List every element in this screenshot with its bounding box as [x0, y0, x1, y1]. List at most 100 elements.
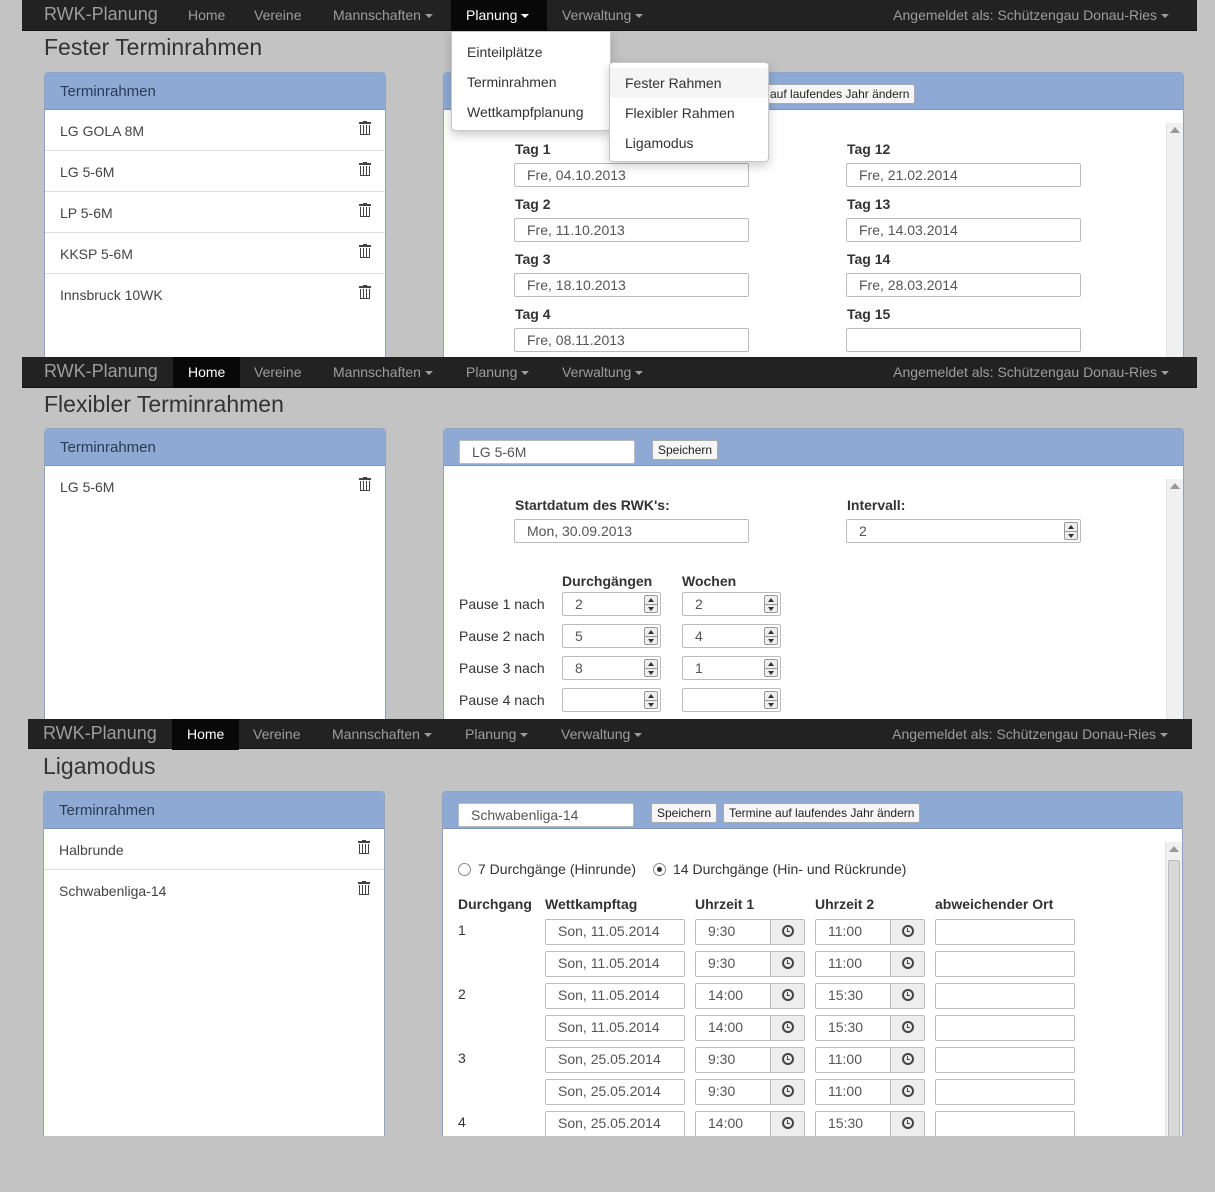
uhrzeit2-field[interactable]: 11:00: [815, 1047, 925, 1073]
radio-hin-rueckrunde[interactable]: [653, 863, 666, 876]
ort-field[interactable]: [935, 1015, 1075, 1041]
day-date-field[interactable]: Fre, 21.02.2014: [846, 163, 1081, 187]
spinner-arrows-icon[interactable]: [764, 595, 778, 613]
scrollbar[interactable]: [1166, 479, 1183, 719]
pause-wochen-stepper[interactable]: 2: [682, 592, 781, 616]
spinner-arrows-icon[interactable]: [644, 659, 658, 677]
time-picker-button[interactable]: [770, 1048, 804, 1072]
uhrzeit2-field[interactable]: 11:00: [815, 951, 925, 977]
time-picker-button[interactable]: [890, 1048, 924, 1072]
list-item[interactable]: Schwabenliga-14: [44, 870, 384, 911]
uhrzeit1-field[interactable]: 14:00: [695, 983, 805, 1009]
time-picker-button[interactable]: [770, 1112, 804, 1136]
nav-mannschaften[interactable]: Mannschaften: [317, 719, 447, 750]
list-item[interactable]: LG 5-6M: [45, 151, 385, 192]
scrollbar-thumb[interactable]: [1168, 860, 1180, 1136]
nav-vereine[interactable]: Vereine: [239, 0, 316, 31]
uhrzeit2-field[interactable]: 11:00: [815, 1079, 925, 1105]
nav-user-menu[interactable]: Angemeldet als: Schützengau Donau-Ries: [893, 0, 1169, 31]
day-date-field[interactable]: [846, 328, 1081, 352]
ort-field[interactable]: [935, 951, 1075, 977]
ort-field[interactable]: [935, 1047, 1075, 1073]
pause-durchgaenge-stepper[interactable]: 2: [562, 592, 661, 616]
scroll-up-icon[interactable]: [1169, 846, 1179, 852]
trash-icon[interactable]: [359, 244, 371, 258]
time-picker-button[interactable]: [770, 920, 804, 944]
uhrzeit2-field[interactable]: 11:00: [815, 919, 925, 945]
time-picker-button[interactable]: [890, 920, 924, 944]
list-item[interactable]: LG 5-6M: [45, 466, 385, 507]
wettkampftag-field[interactable]: Son, 11.05.2014: [545, 983, 685, 1009]
nav-verwaltung[interactable]: Verwaltung: [547, 0, 658, 31]
wettkampftag-field[interactable]: Son, 11.05.2014: [545, 951, 685, 977]
uhrzeit1-field[interactable]: 9:30: [695, 951, 805, 977]
spinner-arrows-icon[interactable]: [764, 659, 778, 677]
time-picker-button[interactable]: [890, 952, 924, 976]
wettkampftag-field[interactable]: Son, 25.05.2014: [545, 1111, 685, 1136]
nav-verwaltung[interactable]: Verwaltung: [547, 357, 658, 388]
time-picker-button[interactable]: [890, 1016, 924, 1040]
trash-icon[interactable]: [358, 881, 370, 895]
time-picker-button[interactable]: [770, 1016, 804, 1040]
time-picker-button[interactable]: [890, 1112, 924, 1136]
scrollbar[interactable]: [1166, 123, 1183, 358]
spinner-arrows-icon[interactable]: [644, 595, 658, 613]
nav-planung[interactable]: Planung: [450, 719, 543, 750]
menu-item-wettkampfplanung[interactable]: Wettkampfplanung: [452, 97, 610, 127]
nav-user-menu[interactable]: Angemeldet als: Schützengau Donau-Ries: [892, 719, 1168, 750]
nav-verwaltung[interactable]: Verwaltung: [546, 719, 657, 750]
brand[interactable]: RWK-Planung: [44, 4, 158, 25]
uhrzeit2-field[interactable]: 15:30: [815, 983, 925, 1009]
list-item[interactable]: Halbrunde: [44, 829, 384, 870]
pause-wochen-stepper[interactable]: 1: [682, 656, 781, 680]
uhrzeit1-field[interactable]: 9:30: [695, 1079, 805, 1105]
trash-icon[interactable]: [359, 285, 371, 299]
nav-vereine[interactable]: Vereine: [239, 357, 316, 388]
ort-field[interactable]: [935, 983, 1075, 1009]
list-item[interactable]: Innsbruck 10WK: [45, 274, 385, 315]
menu-item-fester-rahmen[interactable]: Fester Rahmen: [610, 68, 768, 98]
spinner-arrows-icon[interactable]: [764, 691, 778, 709]
ort-field[interactable]: [935, 1079, 1075, 1105]
nav-user-menu[interactable]: Angemeldet als: Schützengau Donau-Ries: [893, 357, 1169, 388]
trash-icon[interactable]: [359, 162, 371, 176]
ort-field[interactable]: [935, 1111, 1075, 1136]
change-year-button[interactable]: Termine auf laufendes Jahr ändern: [723, 803, 921, 823]
scroll-up-icon[interactable]: [1170, 127, 1180, 133]
pause-wochen-stepper[interactable]: 4: [682, 624, 781, 648]
nav-planung[interactable]: Planung: [451, 357, 544, 388]
day-date-field[interactable]: Fre, 11.10.2013: [514, 218, 749, 242]
nav-planung[interactable]: Planung: [451, 0, 547, 31]
trash-icon[interactable]: [359, 121, 371, 135]
interval-stepper[interactable]: 2: [846, 519, 1081, 543]
trash-icon[interactable]: [359, 203, 371, 217]
uhrzeit1-field[interactable]: 9:30: [695, 1047, 805, 1073]
brand[interactable]: RWK-Planung: [43, 723, 157, 744]
trash-icon[interactable]: [358, 840, 370, 854]
time-picker-button[interactable]: [770, 984, 804, 1008]
pause-durchgaenge-stepper[interactable]: 8: [562, 656, 661, 680]
wettkampftag-field[interactable]: Son, 11.05.2014: [545, 1015, 685, 1041]
ort-field[interactable]: [935, 919, 1075, 945]
day-date-field[interactable]: Fre, 14.03.2014: [846, 218, 1081, 242]
nav-vereine[interactable]: Vereine: [238, 719, 315, 750]
menu-item-einteilplaetze[interactable]: Einteilplätze: [452, 37, 610, 67]
uhrzeit1-field[interactable]: 9:30: [695, 919, 805, 945]
radio-hinrunde[interactable]: [458, 863, 471, 876]
time-picker-button[interactable]: [770, 1080, 804, 1104]
nav-mannschaften[interactable]: Mannschaften: [318, 0, 448, 31]
time-picker-button[interactable]: [890, 984, 924, 1008]
day-date-field[interactable]: Fre, 18.10.2013: [514, 273, 749, 297]
rahmen-name-input[interactable]: LG 5-6M: [459, 440, 635, 464]
uhrzeit1-field[interactable]: 14:00: [695, 1111, 805, 1136]
save-button[interactable]: Speichern: [652, 440, 719, 460]
spinner-arrows-icon[interactable]: [764, 627, 778, 645]
trash-icon[interactable]: [359, 477, 371, 491]
nav-mannschaften[interactable]: Mannschaften: [318, 357, 448, 388]
list-item[interactable]: KKSP 5-6M: [45, 233, 385, 274]
start-date-field[interactable]: Mon, 30.09.2013: [514, 519, 749, 543]
menu-item-flexibler-rahmen[interactable]: Flexibler Rahmen: [610, 98, 768, 128]
nav-home[interactable]: Home: [173, 357, 241, 388]
pause-durchgaenge-stepper[interactable]: 5: [562, 624, 661, 648]
menu-item-terminrahmen[interactable]: Terminrahmen: [452, 67, 610, 97]
